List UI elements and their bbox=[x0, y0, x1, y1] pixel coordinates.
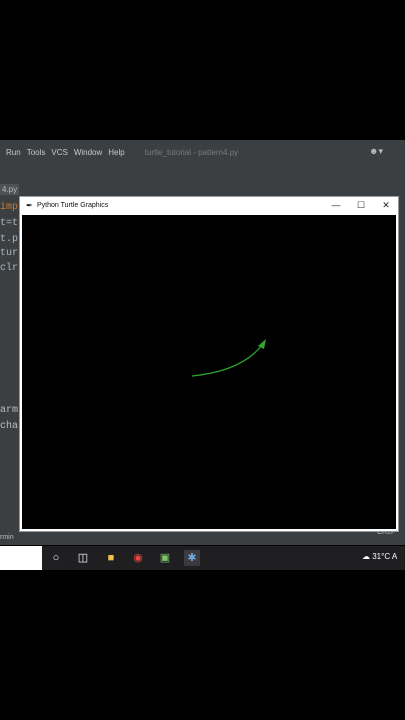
close-button[interactable]: ✕ bbox=[374, 197, 398, 214]
menu-bar: Run Tools VCS Window Help turtle_tutoria… bbox=[0, 140, 405, 164]
code-line: clr bbox=[0, 263, 19, 274]
status-left: rmin bbox=[0, 534, 14, 541]
maximize-button[interactable]: ☐ bbox=[349, 197, 373, 214]
project-title: turtle_tutorial - pattern4.py bbox=[144, 147, 239, 157]
weather-widget[interactable]: ☁ 31°C A bbox=[362, 552, 397, 561]
menu-tools[interactable]: Tools bbox=[27, 148, 46, 157]
code-line: t=t bbox=[0, 218, 19, 229]
minimize-button[interactable]: — bbox=[324, 197, 348, 214]
menu-vcs[interactable]: VCS bbox=[51, 148, 67, 157]
turtle-window: ✒ Python Turtle Graphics — ☐ ✕ bbox=[19, 196, 399, 532]
file-explorer-icon[interactable]: ■ bbox=[103, 550, 119, 566]
menu-run[interactable]: Run bbox=[6, 148, 21, 157]
code-line: tur bbox=[0, 248, 19, 259]
chrome-icon[interactable]: ◉ bbox=[130, 550, 146, 566]
task-view-icon[interactable]: ◫ bbox=[75, 550, 91, 566]
cortana-icon[interactable]: ○ bbox=[48, 550, 64, 566]
turtle-path bbox=[191, 344, 263, 377]
status-bar: rmin CRLF bbox=[0, 529, 405, 545]
code-line: imp bbox=[0, 202, 19, 213]
window-title: Python Turtle Graphics bbox=[37, 202, 109, 209]
menu-help[interactable]: Help bbox=[108, 148, 124, 157]
menu-window[interactable]: Window bbox=[74, 148, 102, 157]
weather-suffix: A bbox=[391, 552, 398, 561]
feather-icon: ✒ bbox=[26, 201, 33, 210]
taskbar: ○ ◫ ■ ◉ ▣ ✱ ☁ 31°C A bbox=[0, 546, 405, 570]
turtle-titlebar[interactable]: ✒ Python Turtle Graphics — ☐ ✕ bbox=[20, 197, 398, 214]
turtle-canvas[interactable] bbox=[22, 215, 396, 529]
turtle-drawing bbox=[191, 339, 266, 377]
temperature: 31°C bbox=[372, 552, 391, 561]
taskbar-search-area[interactable] bbox=[0, 546, 42, 570]
user-icon[interactable]: ☻▾ bbox=[369, 146, 383, 157]
file-tab[interactable]: 4.py bbox=[0, 184, 20, 195]
terminal-line: arm bbox=[0, 405, 19, 416]
python-turtle-taskbar-icon[interactable]: ✱ bbox=[184, 550, 200, 566]
pycharm-icon[interactable]: ▣ bbox=[157, 550, 173, 566]
code-line: t.p bbox=[0, 234, 19, 245]
